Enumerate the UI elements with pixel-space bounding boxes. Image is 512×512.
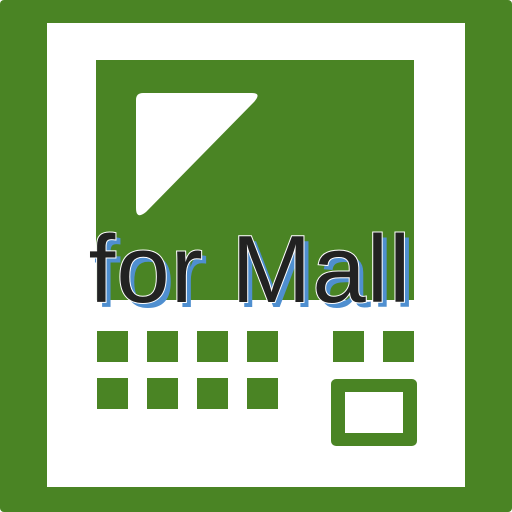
keypad-key xyxy=(97,331,128,362)
label-text: for Mall xyxy=(89,216,412,323)
keypad-key xyxy=(197,378,228,409)
icon-canvas: for Mall for Mall xyxy=(0,0,512,512)
keypad-key xyxy=(197,331,228,362)
card-slot-opening xyxy=(345,392,403,433)
keypad-key xyxy=(147,331,178,362)
keypad-key xyxy=(147,378,178,409)
keypad-key xyxy=(333,331,364,362)
pos-terminal-icon: for Mall for Mall xyxy=(0,0,512,512)
keypad-key xyxy=(97,378,128,409)
keypad-key xyxy=(383,331,414,362)
keypad-key xyxy=(247,331,278,362)
keypad-key xyxy=(247,378,278,409)
